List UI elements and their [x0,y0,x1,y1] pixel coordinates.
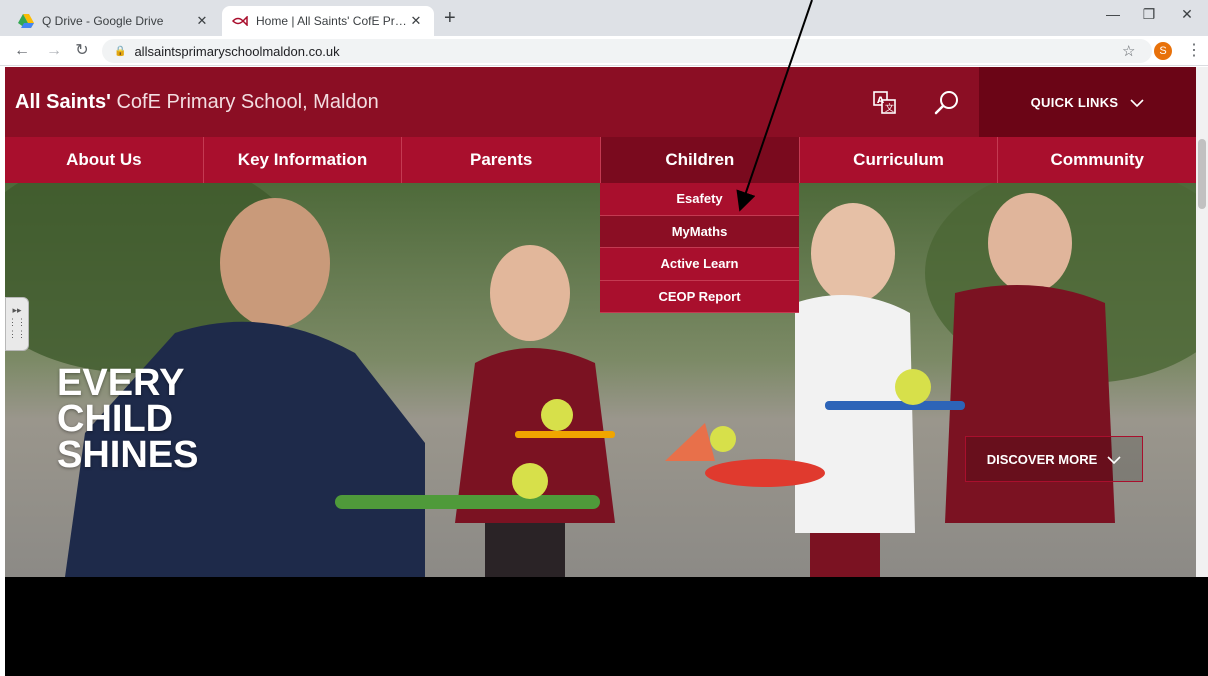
nav-key-information[interactable]: Key Information [204,137,403,183]
menu-item-ceop-report[interactable]: CEOP Report [600,280,799,313]
hero-line-every: EVERY [57,362,185,404]
nav-about-us[interactable]: About Us [5,137,204,183]
forward-icon[interactable]: → [44,41,64,61]
browser-toolbar: ← → ↻ 🔒 allsaintsprimaryschoolmaldon.co.… [0,36,1208,66]
site-title-bold: All Saints' [15,91,111,113]
quick-links-label: QUICK LINKS [1030,94,1119,110]
site-title-rest: CofE Primary School, Maldon [110,91,379,113]
nav-curriculum[interactable]: Curriculum [800,137,999,183]
url-text: allsaintsprimaryschoolmaldon.co.uk [134,43,340,59]
window-close-icon[interactable]: ✕ [1172,6,1202,23]
tab-title: Home | All Saints' CofE Primary S [256,14,408,28]
nav-community[interactable]: Community [998,137,1196,183]
page-scrollbar[interactable] [1196,67,1208,577]
discover-more-button[interactable]: DISCOVER MORE [965,436,1143,482]
minimize-icon[interactable]: — [1098,6,1128,22]
web-page: All Saints' CofE Primary School, Maldon … [5,67,1196,577]
menu-item-active-learn[interactable]: Active Learn [600,248,799,281]
menu-item-mymaths[interactable]: MyMaths [600,215,799,248]
tab-close-icon[interactable]: ✕ [408,13,424,29]
site-title[interactable]: All Saints' CofE Primary School, Maldon [15,91,379,114]
scrollbar-thumb[interactable] [1198,139,1206,209]
quick-links-button[interactable]: QUICK LINKS [979,67,1196,137]
restore-icon[interactable]: ❐ [1134,6,1164,23]
site-header: All Saints' CofE Primary School, Maldon … [5,67,1196,137]
chevron-down-icon [1107,452,1121,467]
new-tab-button[interactable]: + [444,8,456,28]
side-panel-handle[interactable]: ▸▸ ⋮⋮ ⋮⋮ [5,297,29,351]
profile-avatar[interactable]: S [1154,42,1172,60]
hero-line-child: CHILD [57,398,174,440]
browser-menu-icon[interactable]: ⋮ [1186,40,1202,60]
tab-google-drive[interactable]: Q Drive - Google Drive ✕ [8,6,220,36]
nav-children[interactable]: Children [601,137,800,183]
reload-icon[interactable]: ↻ [72,41,92,61]
screen: Q Drive - Google Drive ✕ Home | All Sain… [0,0,1208,676]
svg-text:文: 文 [885,102,894,114]
tab-all-saints-home[interactable]: Home | All Saints' CofE Primary S ✕ [222,6,434,36]
nav-parents[interactable]: Parents [402,137,602,183]
tab-close-icon[interactable]: ✕ [194,13,210,29]
translate-icon[interactable]: A文 [871,89,899,117]
svg-text:A: A [877,96,884,106]
school-fish-icon [232,13,248,29]
hero-headline: EVERY CHILD SHINES [57,362,199,476]
google-drive-icon [18,13,34,29]
main-nav: About Us Key Information Parents Childre… [5,137,1196,183]
address-bar[interactable]: 🔒 allsaintsprimaryschoolmaldon.co.uk [102,39,1152,63]
discover-more-label: DISCOVER MORE [986,451,1098,467]
children-dropdown-menu: Esafety MyMaths Active Learn CEOP Report [600,183,799,313]
browser-tabstrip: Q Drive - Google Drive ✕ Home | All Sain… [0,0,1208,36]
lock-icon: 🔒 [114,45,127,57]
bookmark-star-icon[interactable]: ☆ [1122,42,1135,60]
menu-item-esafety[interactable]: Esafety [600,183,799,216]
black-overlay-band [5,577,1208,676]
hero-line-shines: SHINES [57,434,199,476]
back-icon[interactable]: ← [12,41,32,61]
tab-title: Q Drive - Google Drive [42,14,164,28]
chevron-down-icon [1130,94,1144,110]
search-icon[interactable] [933,89,961,117]
